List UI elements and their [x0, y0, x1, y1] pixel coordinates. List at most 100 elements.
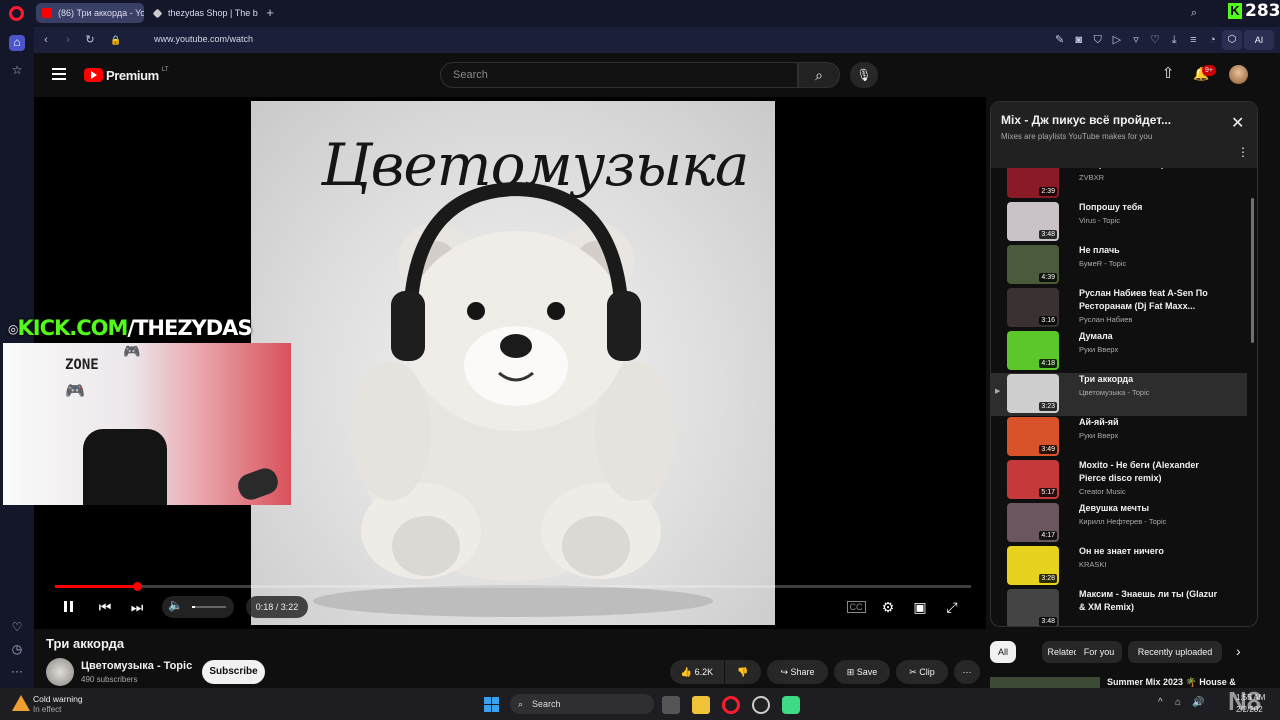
home-icon[interactable]: ⌂: [9, 35, 25, 51]
camera-icon[interactable]: ◙: [1071, 32, 1086, 48]
url-field[interactable]: www.youtube.com/watch: [154, 34, 253, 44]
back-icon[interactable]: ‹: [38, 32, 54, 48]
playlist-thumbnail: 4:39: [1007, 245, 1059, 284]
new-tab-button[interactable]: +: [262, 5, 278, 21]
app-taskbar-icon[interactable]: [752, 696, 770, 714]
channel-avatar[interactable]: [46, 658, 74, 686]
volume-level: [192, 606, 196, 608]
miniplayer-button[interactable]: ▣: [910, 597, 930, 617]
playlist-thumbnail: 3:23: [1007, 374, 1059, 413]
search-tabs-icon[interactable]: ⌕: [1186, 5, 1202, 21]
taskbar-search-label: Search: [532, 699, 561, 709]
reload-icon[interactable]: ↻: [82, 32, 98, 48]
vpn-icon[interactable]: ▿: [1128, 32, 1143, 48]
voice-search-button[interactable]: 🎙: [850, 62, 878, 88]
playlist-item-title: Alle (ZVBXR Remix): [1079, 168, 1219, 171]
windows-start-icon[interactable]: [484, 697, 499, 712]
playlist-thumbnail: 3:48: [1007, 589, 1059, 626]
opera-logo-icon[interactable]: [9, 6, 24, 21]
edit-icon[interactable]: ✎: [1052, 32, 1067, 48]
tab-shop[interactable]: thezydas Shop | The best: [146, 3, 258, 23]
playlist-item-title: Думала: [1079, 331, 1113, 341]
hamburger-menu-icon[interactable]: [52, 68, 66, 80]
playlist-item[interactable]: 3:48 Попрошу тебя Virus - Topic: [991, 201, 1247, 244]
fullscreen-icon: ⤢: [946, 599, 958, 615]
playlist-item[interactable]: 3:28 Он не знает ничего KRASKI: [991, 545, 1247, 588]
download-icon[interactable]: ⤓: [1167, 32, 1182, 48]
close-icon[interactable]: ✕: [1231, 116, 1244, 132]
history-icon[interactable]: ◷: [9, 642, 25, 658]
subscribe-button[interactable]: Subscribe: [202, 660, 265, 684]
network-icon[interactable]: ⌂: [1175, 697, 1181, 708]
search-button[interactable]: ⌕: [798, 62, 840, 88]
volume-control[interactable]: 🔈: [162, 596, 234, 618]
forward-icon[interactable]: ›: [60, 32, 76, 48]
kick-channel-overlay: ◎KICK.COM/THEZYDAS: [8, 316, 253, 340]
tab-youtube-active[interactable]: (86) Три аккорда - Yo: [36, 3, 144, 23]
extensions-icon[interactable]: ⬡: [1222, 30, 1242, 50]
playlist-item[interactable]: 4:18 Думала Руки Вверх: [991, 330, 1247, 373]
playlist-item[interactable]: ▶ 3:23 Три аккорда Цветомузыка - Topic: [991, 373, 1247, 416]
avatar[interactable]: [1229, 65, 1248, 84]
more-icon[interactable]: ···: [9, 664, 25, 680]
progress-played: [55, 585, 138, 588]
next-video-title[interactable]: Summer Mix 2023 🌴 House &: [1107, 677, 1247, 688]
taskbar-search[interactable]: ⌕ Search: [510, 694, 654, 714]
clip-button[interactable]: ✂ Clip: [896, 660, 948, 684]
aria-ai-button[interactable]: AI: [1244, 30, 1274, 50]
playlist-item[interactable]: 4:39 Не плачь БумеR - Topic: [991, 244, 1247, 287]
more-actions-button[interactable]: ⋯: [954, 660, 980, 684]
youtube-logo[interactable]: Premium LT: [84, 67, 168, 83]
file-explorer-icon[interactable]: [692, 696, 710, 714]
tray-chevron-icon[interactable]: ^: [1158, 697, 1163, 708]
weather-title[interactable]: Cold warning: [33, 694, 83, 704]
volume-slider-track[interactable]: [192, 606, 226, 608]
playlist-item[interactable]: 3:49 Ай-яй-яй Руки Вверх: [991, 416, 1247, 459]
playlist-item[interactable]: 5:17 Moxito - Не беги (Alexander Pierce d…: [991, 459, 1247, 502]
shield-icon[interactable]: ⛉: [1090, 32, 1105, 48]
channel-name[interactable]: Цветомузыка - Topic: [81, 660, 192, 672]
playlist-item[interactable]: 3:16 Руслан Набиев feat A-Sen По Ресторан…: [991, 287, 1247, 330]
upload-icon[interactable]: ⇧: [1160, 66, 1176, 82]
chair-back: [83, 429, 167, 505]
progress-track[interactable]: [55, 585, 971, 588]
play-icon[interactable]: ▷: [1109, 32, 1124, 48]
opera-taskbar-icon[interactable]: [722, 696, 740, 714]
fullscreen-button[interactable]: ⤢: [942, 597, 962, 617]
playlist-item-channel: БумеR - Topic: [1079, 259, 1127, 268]
android-app-icon[interactable]: [782, 696, 800, 714]
subtitles-button[interactable]: CC: [846, 597, 866, 617]
chip-for-you[interactable]: For you: [1076, 641, 1122, 663]
pause-button[interactable]: [58, 597, 78, 617]
star-icon[interactable]: ☆: [9, 63, 25, 79]
profile-icon[interactable]: ◔: [1205, 32, 1220, 48]
chips-next-icon[interactable]: ›: [1236, 643, 1241, 659]
speaker-icon[interactable]: 🔊: [1192, 697, 1204, 708]
next-video-thumbnail[interactable]: [990, 677, 1100, 688]
chip-recently-uploaded[interactable]: Recently uploaded: [1128, 641, 1222, 663]
kebab-menu-icon[interactable]: ⋮: [1237, 146, 1249, 158]
menu-icon[interactable]: ≡: [1186, 32, 1201, 48]
playlist-item-channel: Кирилл Нефтерев - Topic: [1079, 517, 1167, 526]
playlist-item[interactable]: 4:17 Девушка мечты Кирилл Нефтерев - Topic: [991, 502, 1247, 545]
next-button[interactable]: ⏭: [127, 597, 147, 617]
more-dots-icon: ⋯: [962, 667, 972, 677]
task-view-icon[interactable]: [662, 696, 680, 714]
settings-button[interactable]: ⚙: [878, 597, 898, 617]
playlist-item-channel: Creator Music: [1079, 487, 1126, 496]
dislike-button[interactable]: 👎: [725, 660, 761, 684]
save-button[interactable]: ⊞ Save: [834, 660, 890, 684]
playlist-item[interactable]: 2:39 Alle (ZVBXR Remix) ZVBXR: [991, 168, 1247, 201]
search-input[interactable]: Search: [440, 62, 798, 88]
heart-icon[interactable]: ♡: [1148, 32, 1163, 48]
share-button[interactable]: ↪ Share: [767, 660, 828, 684]
search-placeholder: Search: [453, 69, 488, 81]
recommendation-chips: All Related For you Recently uploaded: [990, 0, 1230, 663]
like-button[interactable]: 👍 6.2K: [670, 660, 724, 684]
heart-sidebar-icon[interactable]: ♡: [9, 620, 25, 636]
playlist-item[interactable]: 3:48 Максим - Знаешь ли ты (Glazur & XM R…: [991, 588, 1247, 626]
previous-button[interactable]: ⏮: [95, 597, 115, 617]
mix-scrollbar[interactable]: [1251, 198, 1254, 343]
chip-all[interactable]: All: [990, 641, 1016, 663]
corner-watermark: N8: [1228, 686, 1262, 716]
